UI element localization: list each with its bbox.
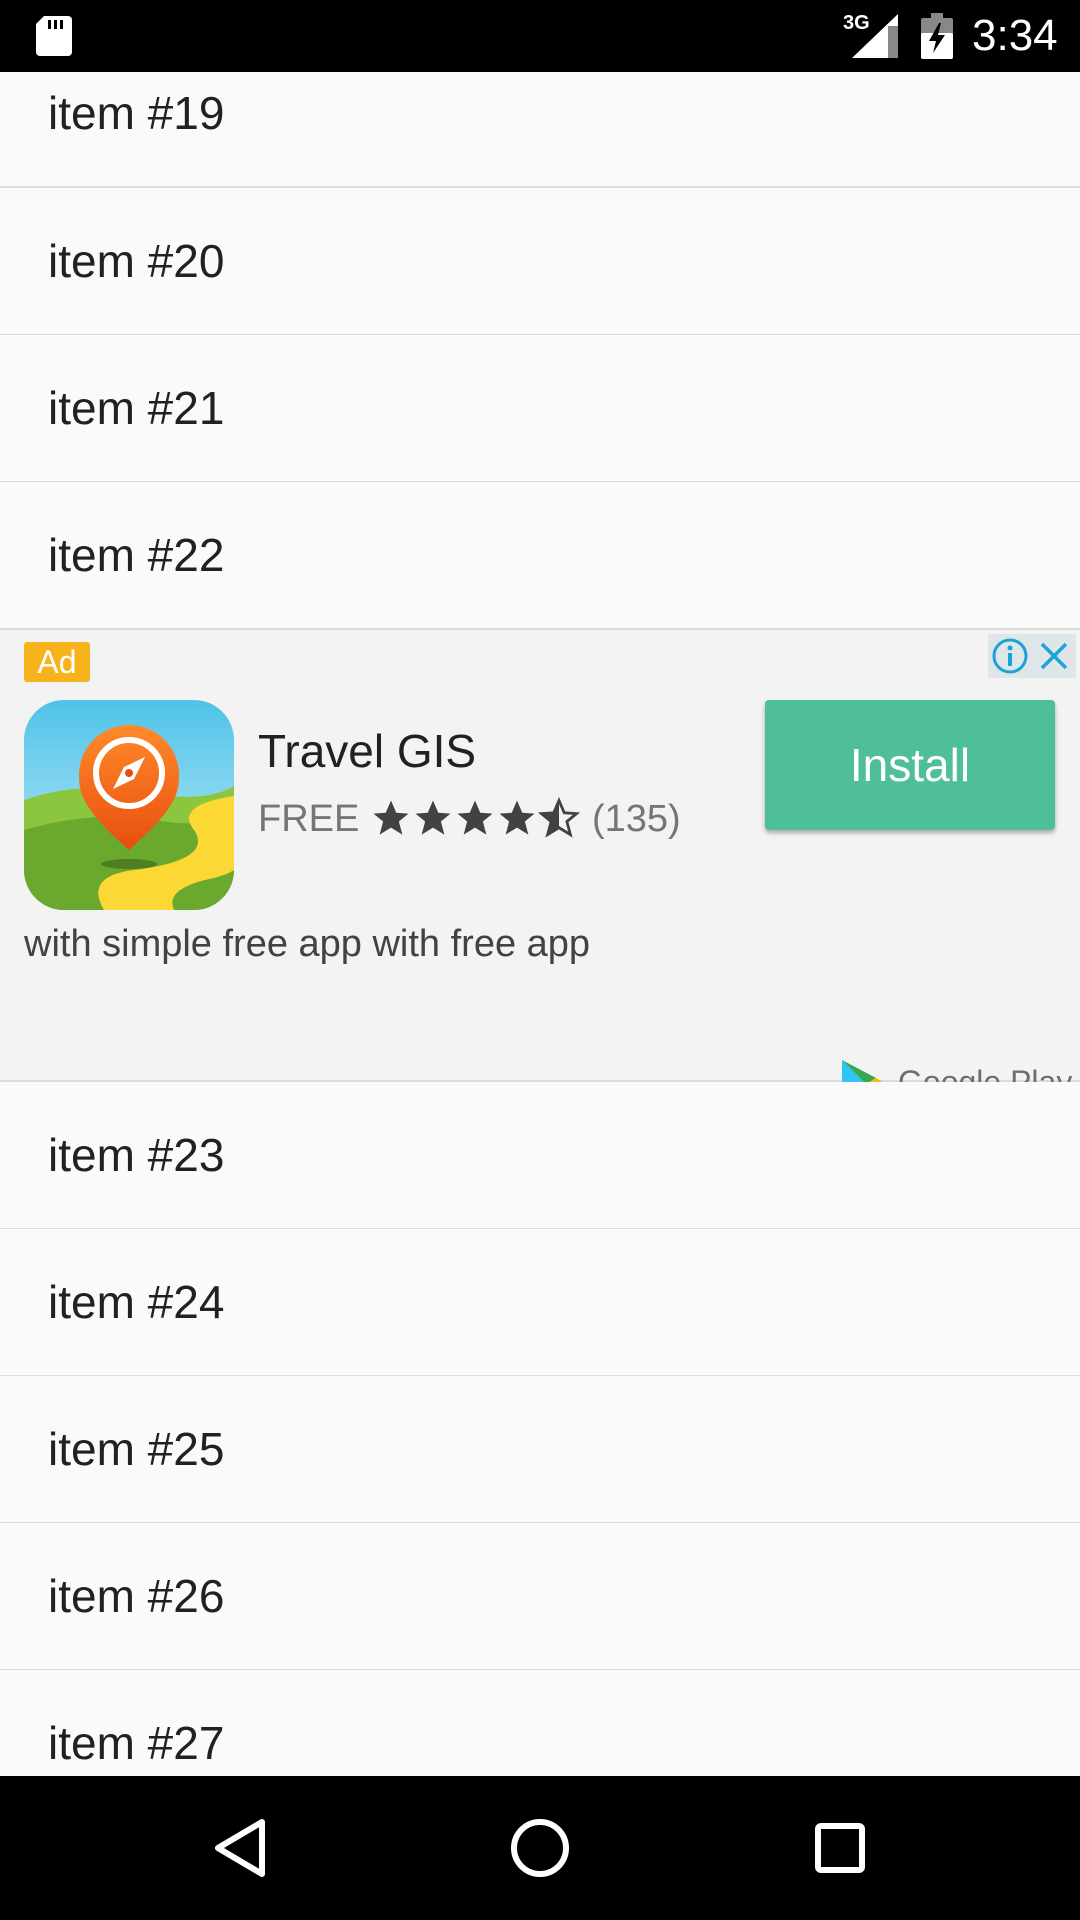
ad-banner[interactable]: Ad Travel GIS FREE (135) Install with si… (0, 630, 1080, 1108)
ad-badge: Ad (24, 642, 90, 682)
star-icon (457, 800, 493, 835)
rating-count: (135) (592, 798, 681, 840)
app-price: FREE (258, 798, 360, 840)
ad-choices (988, 634, 1076, 678)
list-item[interactable]: item #21 (0, 335, 1080, 483)
list-item[interactable]: item #26 (0, 1523, 1080, 1671)
rating-stars (370, 794, 580, 842)
sd-card-icon (36, 16, 72, 56)
app-icon[interactable] (24, 700, 234, 910)
list-item[interactable]: item #20 (0, 188, 1080, 336)
recents-button[interactable] (804, 1812, 876, 1884)
list-item[interactable]: item #22 (0, 482, 1080, 630)
star-half-icon (538, 797, 580, 838)
info-icon[interactable] (990, 636, 1030, 676)
list-item-label: item #20 (48, 235, 225, 287)
star-icon (415, 800, 451, 835)
list-item[interactable]: item #25 (0, 1376, 1080, 1524)
install-button[interactable]: Install (765, 700, 1055, 830)
clock: 3:34 (972, 11, 1058, 60)
ad-description: with simple free app with free app (24, 923, 591, 965)
list-item-label: item #19 (48, 87, 225, 139)
status-bar: 3G 3:34 (0, 0, 1080, 72)
app-title[interactable]: Travel GIS (258, 724, 476, 778)
home-icon (511, 1819, 569, 1877)
battery-charging-icon (921, 13, 953, 59)
star-icon (373, 800, 409, 835)
list-item[interactable]: item #19 (0, 72, 1080, 188)
home-button[interactable] (504, 1812, 576, 1884)
signal-icon (852, 14, 898, 58)
list-item[interactable]: item #23 (0, 1082, 1080, 1230)
item-list[interactable]: item #19 item #20 item #21 item #22 Ad T… (0, 72, 1080, 1776)
star-icon (499, 800, 535, 835)
navigation-bar (0, 1776, 1080, 1920)
list-item[interactable]: item #24 (0, 1229, 1080, 1377)
list-item[interactable]: item #27 (0, 1670, 1080, 1776)
recents-icon (815, 1823, 865, 1873)
list-item-label: item #21 (48, 382, 225, 434)
list-item-label: item #25 (48, 1423, 225, 1475)
list-item-label: item #22 (48, 529, 225, 581)
list-item-label: item #23 (48, 1129, 225, 1181)
list-item-label: item #24 (48, 1276, 225, 1328)
close-icon[interactable] (1034, 636, 1074, 676)
list-item-label: item #27 (48, 1717, 225, 1769)
back-button[interactable] (204, 1812, 276, 1884)
back-icon (215, 1819, 265, 1877)
list-item-label: item #26 (48, 1570, 225, 1622)
